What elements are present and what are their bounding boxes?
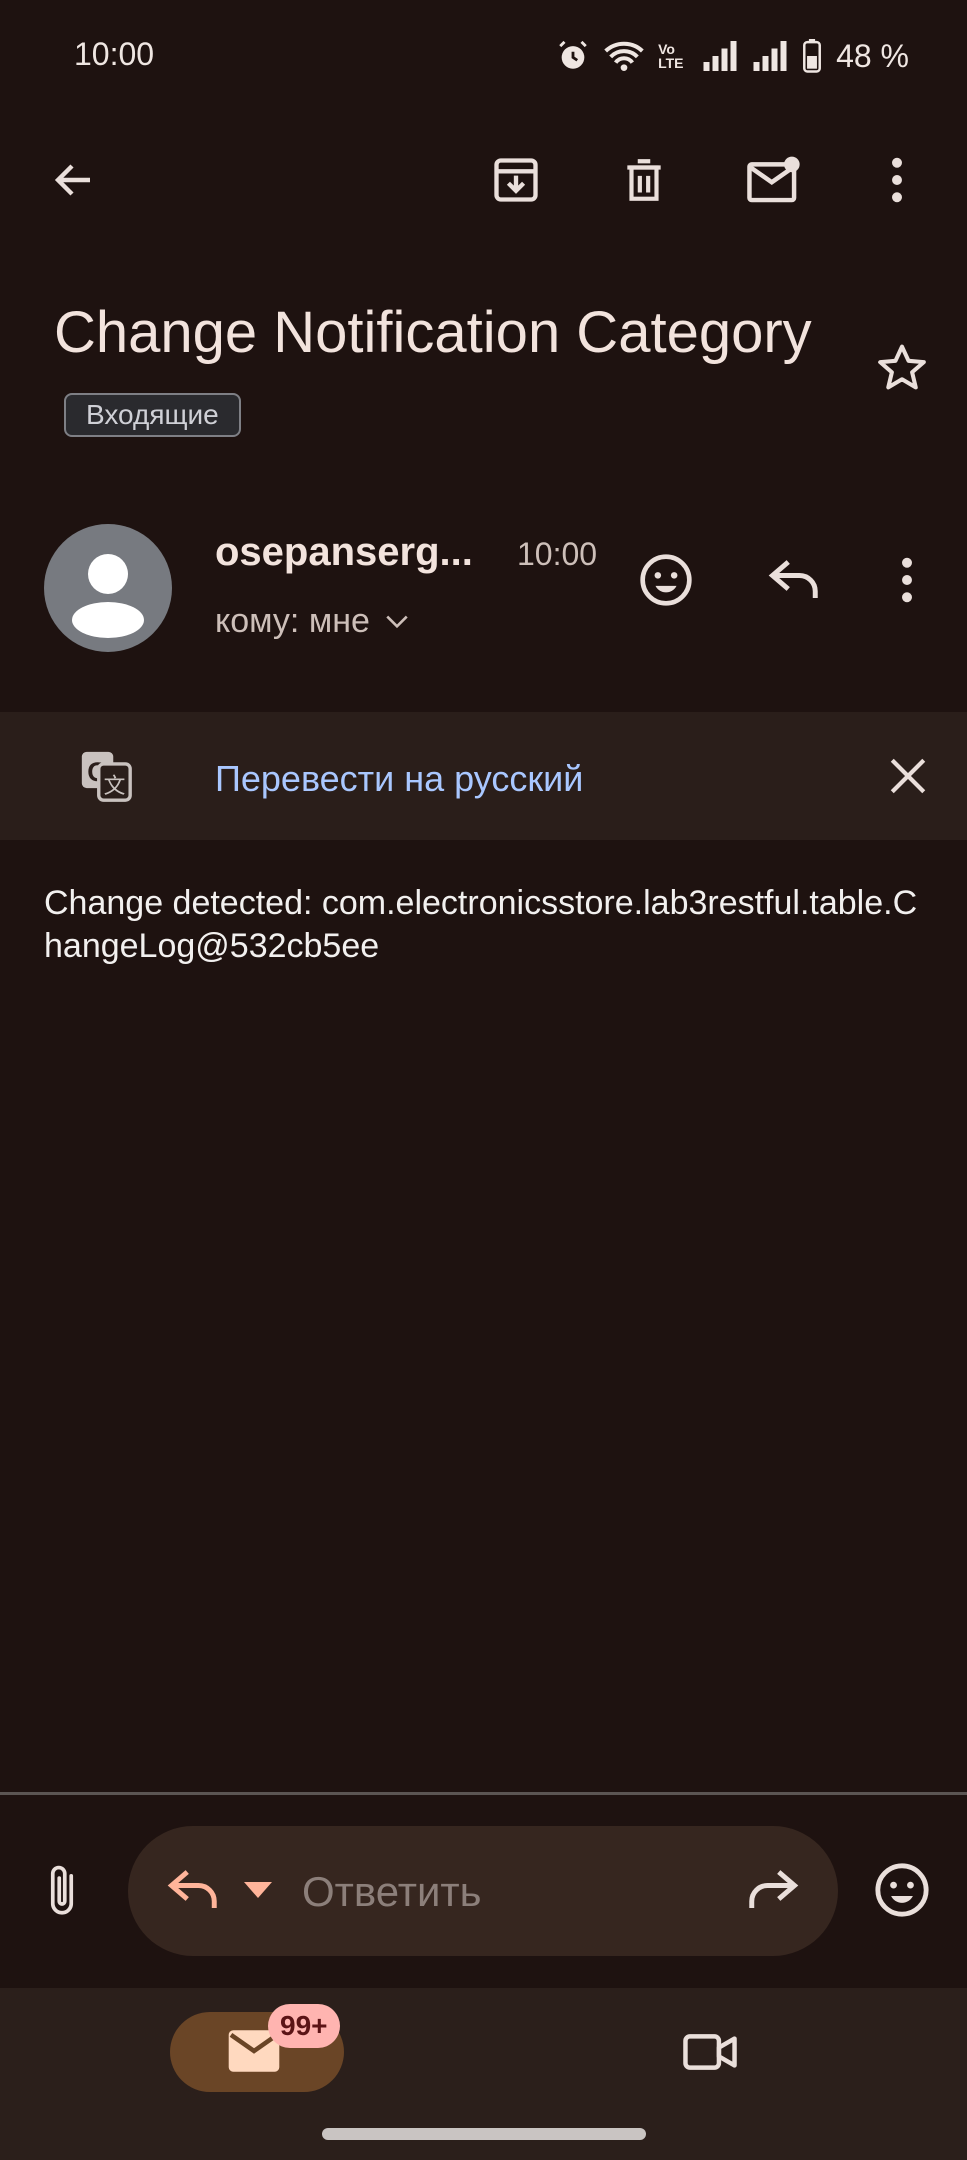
star-icon[interactable] <box>862 328 942 408</box>
email-time: 10:00 <box>517 536 598 572</box>
battery-icon <box>802 39 822 73</box>
recipient-details-toggle[interactable]: кому: мне <box>215 602 410 641</box>
email-body: Change detected: com.electronicsstore.la… <box>44 884 918 965</box>
archive-icon[interactable] <box>476 140 556 220</box>
reply-icon[interactable] <box>755 540 835 620</box>
unread-badge: 99+ <box>268 2004 340 2048</box>
message-more-icon[interactable] <box>867 540 947 620</box>
more-vert-icon[interactable] <box>857 140 937 220</box>
delete-icon[interactable] <box>604 140 684 220</box>
svg-text:文: 文 <box>104 774 126 799</box>
label-chip-inbox[interactable]: Входящие <box>64 392 241 437</box>
signal-icon-1 <box>702 41 738 71</box>
meet-video-icon[interactable] <box>670 2012 750 2092</box>
status-icons: Vo LTE 48 % <box>556 36 909 76</box>
back-arrow-icon[interactable] <box>34 140 114 220</box>
gesture-handle[interactable] <box>322 2128 646 2140</box>
signal-icon-2 <box>752 41 788 71</box>
recipient-text: кому: мне <box>215 602 370 640</box>
wifi-icon <box>604 39 644 73</box>
forward-icon[interactable] <box>732 1850 812 1930</box>
close-icon[interactable] <box>868 736 948 816</box>
alarm-icon <box>556 39 590 73</box>
mark-unread-icon[interactable] <box>734 140 814 220</box>
translate-link[interactable]: Перевести на русский <box>215 758 583 800</box>
translate-icon: G文 <box>66 736 146 816</box>
reply-mode-icon[interactable] <box>154 1850 234 1930</box>
subject-text: Change Notification Category <box>54 300 812 365</box>
sender-name[interactable]: osepanserg... <box>215 530 473 575</box>
battery-percent: 48 % <box>836 37 909 74</box>
status-time: 10:00 <box>74 36 155 72</box>
volte-icon: Vo LTE <box>658 41 684 71</box>
reply-mode-dropdown-icon[interactable] <box>244 1882 272 1898</box>
attach-icon[interactable] <box>22 1852 102 1932</box>
email-subject: Change Notification Category Входящие <box>54 290 854 462</box>
emoji-react-icon[interactable] <box>626 540 706 620</box>
avatar[interactable] <box>44 524 172 652</box>
emoji-icon[interactable] <box>862 1850 942 1930</box>
reply-input-placeholder[interactable]: Ответить <box>302 1868 482 1916</box>
divider <box>0 1792 967 1795</box>
chevron-down-icon <box>384 612 410 632</box>
